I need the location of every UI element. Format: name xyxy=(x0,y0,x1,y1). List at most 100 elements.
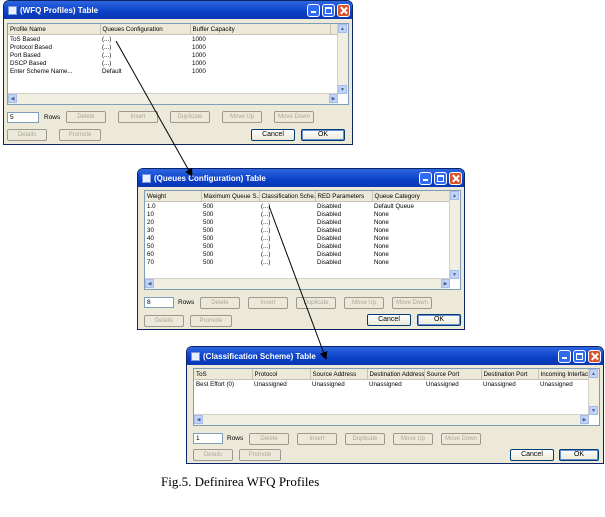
table-cell[interactable]: 40 xyxy=(145,234,201,242)
maximize-icon[interactable] xyxy=(434,171,447,185)
rows-count-input[interactable]: 5 xyxy=(7,112,39,123)
insert-button[interactable]: Insert xyxy=(118,111,158,123)
close-icon[interactable] xyxy=(337,3,350,17)
table-cell[interactable]: (...) xyxy=(259,258,315,266)
queues-configuration-titlebar[interactable]: (Queues Configuration) Table xyxy=(138,169,464,187)
table-cell[interactable]: 30 xyxy=(145,226,201,234)
column-header[interactable]: Buffer Capacity xyxy=(190,24,331,35)
table-cell[interactable]: 1000 xyxy=(190,67,330,75)
table-cell[interactable]: None xyxy=(372,210,452,218)
table-cell[interactable]: None xyxy=(372,218,452,226)
table-cell[interactable]: Port Based xyxy=(8,51,100,59)
cancel-button[interactable]: Cancel xyxy=(510,449,554,461)
column-header[interactable]: Destination Address xyxy=(367,369,425,380)
rows-count-input[interactable]: 1 xyxy=(193,433,223,444)
table-cell[interactable]: 10 xyxy=(145,210,201,218)
table-row[interactable]: 1.0 500 (...) Disabled Default Queue xyxy=(145,202,452,211)
table-cell[interactable]: 500 xyxy=(201,250,259,258)
table-cell[interactable]: 50 xyxy=(145,242,201,250)
scroll-down-icon[interactable]: ▼ xyxy=(338,85,347,94)
table-cell[interactable]: Disabled xyxy=(315,234,372,242)
column-header[interactable]: Weight xyxy=(145,191,202,202)
table-row[interactable]: 30 500 (...) Disabled None xyxy=(145,226,452,234)
table-cell[interactable]: 500 xyxy=(201,242,259,250)
column-header[interactable]: Incoming Interface xyxy=(538,369,592,380)
table-cell[interactable]: Protocol Based xyxy=(8,43,100,51)
table-cell[interactable]: DSCP Based xyxy=(8,59,100,67)
minimize-icon[interactable] xyxy=(558,349,571,363)
column-header[interactable]: Source Address xyxy=(310,369,368,380)
delete-button[interactable]: Delete xyxy=(66,111,106,123)
table-row[interactable]: Port Based (...) 1000 xyxy=(8,51,340,59)
cancel-button[interactable]: Cancel xyxy=(251,129,295,141)
details-button[interactable]: Details xyxy=(193,449,233,461)
table-cell[interactable]: 500 xyxy=(201,234,259,242)
move-down-button[interactable]: Move Down xyxy=(274,111,314,123)
table-cell[interactable]: 1000 xyxy=(190,51,330,59)
horizontal-scrollbar[interactable]: ◀ ▶ xyxy=(8,93,338,104)
promote-button[interactable]: Promote xyxy=(190,315,232,327)
horizontal-scrollbar[interactable]: ◀ ▶ xyxy=(194,414,589,425)
table-cell[interactable]: 1.0 xyxy=(145,202,201,211)
maximize-icon[interactable] xyxy=(573,349,586,363)
table-cell[interactable]: 500 xyxy=(201,210,259,218)
table-cell[interactable]: (...) xyxy=(100,59,190,67)
table-row[interactable]: 50 500 (...) Disabled None xyxy=(145,242,452,250)
table-cell[interactable]: Disabled xyxy=(315,202,372,211)
table-cell[interactable]: None xyxy=(372,258,452,266)
duplicate-button[interactable]: Duplicate xyxy=(170,111,210,123)
scroll-right-icon[interactable]: ▶ xyxy=(580,415,589,424)
move-up-button[interactable]: Move Up xyxy=(344,297,384,309)
promote-button[interactable]: Promote xyxy=(239,449,281,461)
table-cell[interactable]: 500 xyxy=(201,218,259,226)
table-cell[interactable]: Default Queue xyxy=(372,202,452,211)
column-header[interactable]: Destination Port xyxy=(481,369,539,380)
vertical-scrollbar[interactable]: ▲ ▼ xyxy=(337,24,348,94)
table-cell[interactable]: (...) xyxy=(259,226,315,234)
column-header[interactable]: Maximum Queue S... xyxy=(201,191,260,202)
table-cell[interactable]: (...) xyxy=(259,242,315,250)
table-row[interactable]: 20 500 (...) Disabled None xyxy=(145,218,452,226)
minimize-icon[interactable] xyxy=(307,3,320,17)
column-header[interactable]: Source Port xyxy=(424,369,482,380)
scroll-up-icon[interactable]: ▲ xyxy=(450,191,459,200)
scroll-right-icon[interactable]: ▶ xyxy=(441,279,450,288)
scroll-up-icon[interactable]: ▲ xyxy=(589,369,598,378)
table-cell[interactable]: (...) xyxy=(259,202,315,211)
insert-button[interactable]: Insert xyxy=(248,297,288,309)
table-cell[interactable]: Disabled xyxy=(315,242,372,250)
scroll-left-icon[interactable]: ◀ xyxy=(194,415,203,424)
table-cell[interactable]: 1000 xyxy=(190,59,330,67)
column-header[interactable]: Profile Name xyxy=(8,24,101,35)
scroll-down-icon[interactable]: ▼ xyxy=(589,406,598,415)
ok-button[interactable]: OK xyxy=(417,314,461,326)
table-cell[interactable]: None xyxy=(372,250,452,258)
table-row[interactable]: DSCP Based (...) 1000 xyxy=(8,59,340,67)
table-cell[interactable]: Unassigned xyxy=(424,380,481,389)
table-cell[interactable]: None xyxy=(372,242,452,250)
table-cell[interactable]: 60 xyxy=(145,250,201,258)
classification-scheme-table[interactable]: ToS Protocol Source Address Destination … xyxy=(193,368,600,426)
table-row[interactable]: ToS Based (...) 1000 xyxy=(8,35,340,44)
scroll-right-icon[interactable]: ▶ xyxy=(329,94,338,103)
table-cell[interactable]: Unassigned xyxy=(252,380,310,389)
table-cell[interactable]: Unassigned xyxy=(481,380,538,389)
table-cell[interactable]: Unassigned xyxy=(367,380,424,389)
promote-button[interactable]: Promote xyxy=(59,129,101,141)
vertical-scrollbar[interactable]: ▲ ▼ xyxy=(588,369,599,415)
table-cell[interactable]: Disabled xyxy=(315,210,372,218)
delete-button[interactable]: Delete xyxy=(249,433,289,445)
column-header[interactable]: RED Parameters xyxy=(315,191,373,202)
maximize-icon[interactable] xyxy=(322,3,335,17)
horizontal-scrollbar[interactable]: ◀ ▶ xyxy=(145,278,450,289)
table-cell[interactable]: (...) xyxy=(259,234,315,242)
queues-configuration-table[interactable]: Weight Maximum Queue S... Classification… xyxy=(144,190,461,290)
table-cell[interactable]: Disabled xyxy=(315,258,372,266)
table-cell[interactable]: (...) xyxy=(259,218,315,226)
move-up-button[interactable]: Move Up xyxy=(393,433,433,445)
duplicate-button[interactable]: Duplicate xyxy=(296,297,336,309)
table-row[interactable]: 40 500 (...) Disabled None xyxy=(145,234,452,242)
cancel-button[interactable]: Cancel xyxy=(367,314,411,326)
table-cell[interactable]: Default xyxy=(100,67,190,75)
column-header[interactable]: Protocol xyxy=(252,369,311,380)
